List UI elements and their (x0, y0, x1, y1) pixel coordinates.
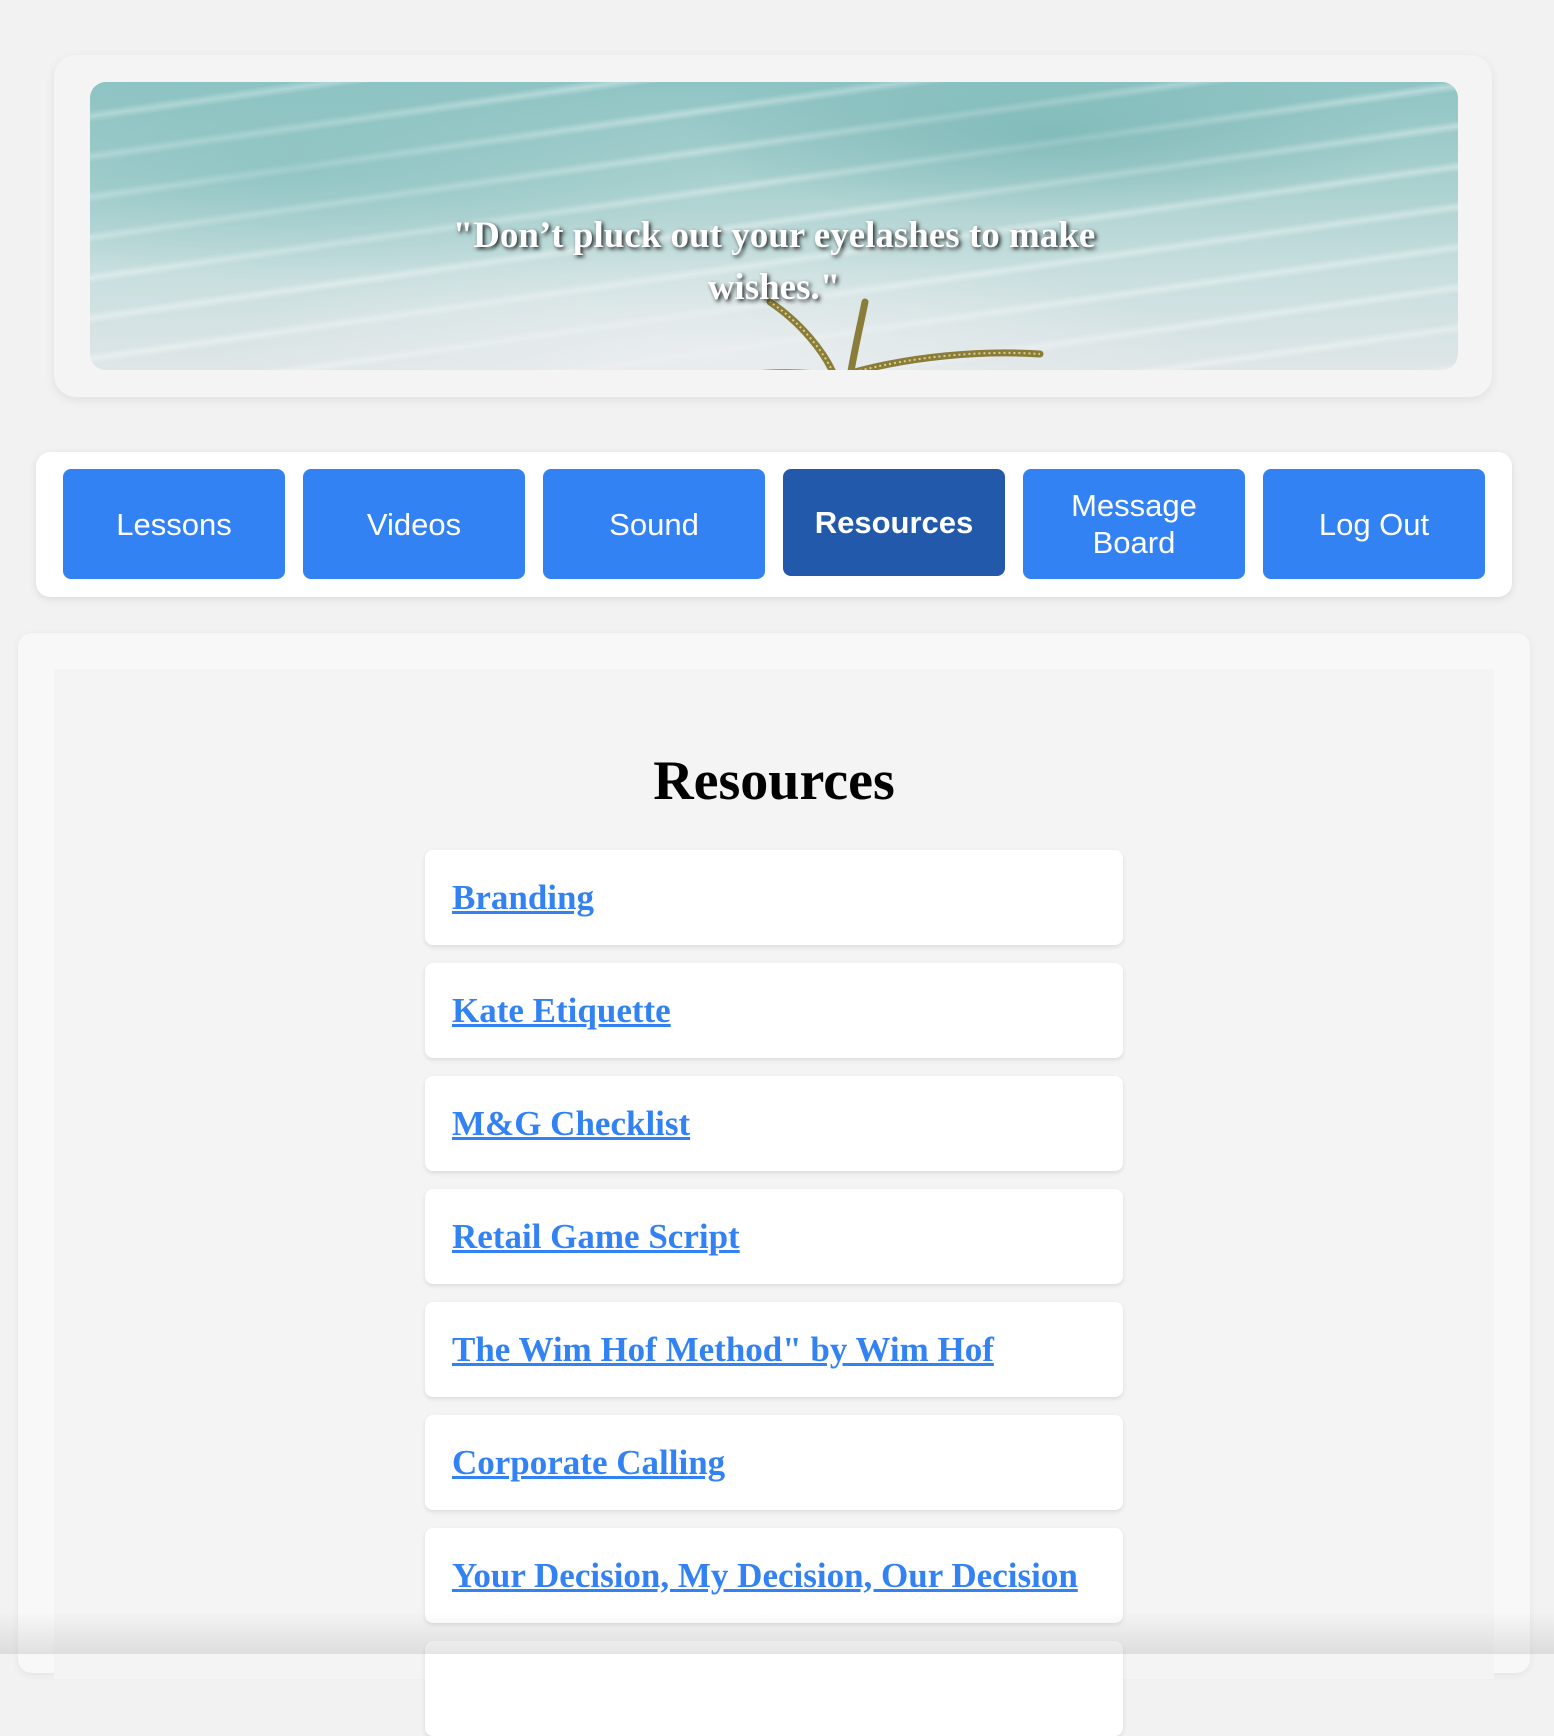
resource-item: Your Decision, My Decision, Our Decision (425, 1528, 1123, 1623)
page-title: Resources (653, 750, 895, 812)
header-card: "Don’t pluck out your eyelashes to make … (54, 55, 1492, 397)
resource-link-retail-game-script[interactable]: Retail Game Script (452, 1217, 740, 1257)
content-card: Resources Branding Kate Etiquette M&G Ch… (18, 633, 1530, 1736)
header-quote: "Don’t pluck out your eyelashes to make … (452, 215, 1096, 308)
resource-item: The Wim Hof Method" by Wim Hof (425, 1302, 1123, 1397)
resource-link-mg-checklist[interactable]: M&G Checklist (452, 1104, 690, 1144)
nav-message-board-button[interactable]: Message Board (1023, 469, 1245, 579)
nav-log-out-button[interactable]: Log Out (1263, 469, 1485, 579)
resource-item: M&G Checklist (425, 1076, 1123, 1171)
main-navigation: Lessons Videos Sound Resources Message B… (36, 452, 1512, 597)
resource-item: Branding (425, 850, 1123, 945)
header-banner-image: "Don’t pluck out your eyelashes to make … (90, 82, 1458, 370)
resource-item: Retail Game Script (425, 1189, 1123, 1284)
resource-link-wim-hof-method[interactable]: The Wim Hof Method" by Wim Hof (452, 1330, 994, 1370)
nav-lessons-button[interactable]: Lessons (63, 469, 285, 579)
resource-link-your-decision[interactable]: Your Decision, My Decision, Our Decision (452, 1556, 1078, 1596)
resource-item: Corporate Calling (425, 1415, 1123, 1510)
resource-item (425, 1641, 1123, 1736)
resources-panel: Resources Branding Kate Etiquette M&G Ch… (54, 669, 1494, 1736)
resource-link-corporate-calling[interactable]: Corporate Calling (452, 1443, 725, 1483)
nav-sound-button[interactable]: Sound (543, 469, 765, 579)
resource-link-branding[interactable]: Branding (452, 878, 594, 918)
resource-link-kate-etiquette[interactable]: Kate Etiquette (452, 991, 671, 1031)
nav-videos-button[interactable]: Videos (303, 469, 525, 579)
resource-item: Kate Etiquette (425, 963, 1123, 1058)
nav-resources-button[interactable]: Resources (783, 469, 1005, 576)
